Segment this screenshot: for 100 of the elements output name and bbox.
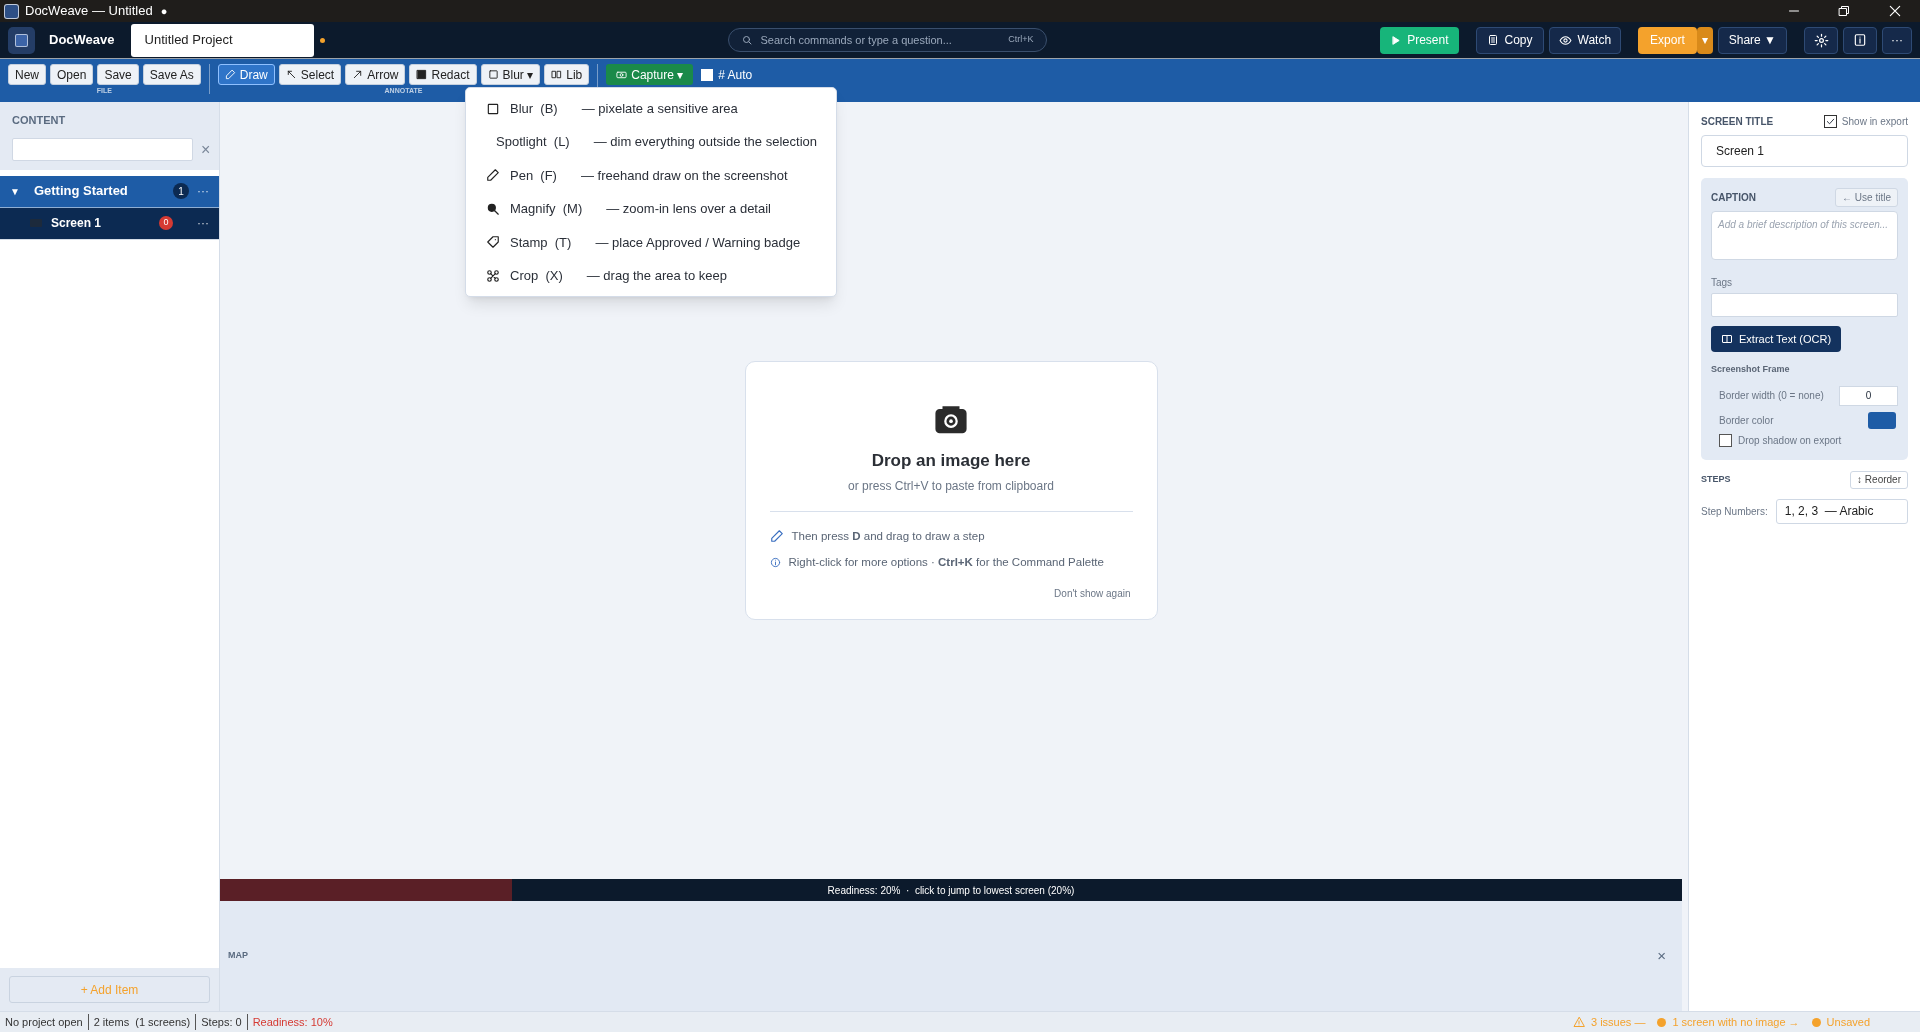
pencil-icon	[224, 69, 236, 80]
section-title: STEPS	[1701, 472, 1732, 486]
warning-icon	[1573, 1016, 1585, 1028]
checkbox-label: Drop shadow on export	[1738, 433, 1842, 448]
auto-label: # Auto	[718, 66, 753, 84]
section-title: CONTENT	[12, 113, 67, 128]
menu-item[interactable]: Crop (X) — drag the area to keep	[466, 258, 836, 293]
tag-icon	[486, 235, 500, 250]
filter-field[interactable]	[12, 138, 193, 161]
menu-item[interactable]: Stamp (T) — place Approved / Warning badge	[466, 225, 836, 259]
toolbar-button[interactable]: Save As	[142, 64, 201, 85]
reorder-button[interactable]: ↕ Reorder	[1850, 470, 1908, 489]
toolbar-button[interactable]: Arrow	[345, 64, 406, 85]
screen-title-field[interactable]: Screen 1	[1701, 135, 1908, 167]
readiness-bar[interactable]: Readiness: 20% · click to jump to lowest screen (20%)	[220, 879, 1682, 901]
book-icon	[551, 69, 563, 80]
menu-item[interactable]: Spotlight (L) — dim everything outside the selection	[466, 125, 836, 159]
tree-item[interactable]: Screen 1 0 ···	[0, 207, 219, 239]
copy-button[interactable]: Copy	[1475, 26, 1544, 54]
toolbar-button[interactable]: Blur ▾	[480, 64, 541, 85]
menu-item[interactable]: Blur (B) — pixelate a sensitive area	[466, 92, 836, 126]
toolbar-button[interactable]: Open	[50, 64, 94, 85]
search-icon	[740, 34, 753, 46]
info-icon	[769, 556, 781, 568]
scissors-icon	[486, 268, 500, 283]
square-icon	[486, 101, 500, 116]
app-logo-icon	[8, 26, 35, 54]
extract-text-button[interactable]: Extract Text (OCR)	[1711, 326, 1842, 352]
drop-shadow-checkbox[interactable]	[1719, 433, 1732, 447]
toolbar-button[interactable]: Draw	[217, 64, 275, 85]
info-icon	[1853, 33, 1867, 47]
toolbar-button[interactable]: Save	[97, 64, 139, 85]
close-icon[interactable]	[1888, 4, 1902, 18]
project-name-field[interactable]: Untitled Project	[130, 23, 314, 57]
pencil-icon	[769, 529, 784, 544]
status-message: 1 screen with no image →	[1672, 1014, 1800, 1030]
menu-item[interactable]: Pen (F) — freehand draw on the screenshot	[466, 158, 836, 193]
menu-item[interactable]: Magnify (M) — zoom-in lens over a detail	[466, 192, 836, 226]
app-logo-icon	[4, 3, 19, 19]
status-text: 2 items (1 screens)	[88, 1013, 197, 1031]
shortcut-label: Ctrl+K	[1008, 33, 1034, 47]
settings-icon	[1813, 32, 1829, 48]
show-in-export-checkbox[interactable]	[1823, 115, 1837, 128]
app-name: DocWeave	[49, 31, 115, 50]
square-icon	[416, 69, 428, 80]
arrow-icon	[352, 69, 364, 80]
window-title: DocWeave — Untitled	[25, 2, 153, 21]
status-text: No project open	[0, 1013, 89, 1031]
toolbar-button[interactable]: New	[8, 64, 46, 85]
caption-field[interactable]: Add a brief description of this screen...	[1711, 211, 1898, 260]
tree-group[interactable]: ▼ Getting Started 1 ···	[0, 175, 219, 208]
capture-button[interactable]: Capture ▾	[606, 64, 694, 85]
auto-checkbox[interactable]	[701, 68, 714, 81]
search-bar[interactable]: Search commands or type a question... Ctrl+K	[727, 28, 1047, 52]
field-label: Border width (0 = none)	[1719, 389, 1825, 403]
info-button[interactable]	[1843, 26, 1877, 54]
magnifier-icon	[486, 201, 500, 216]
clipboard-icon	[1486, 34, 1499, 46]
camera-icon	[616, 69, 628, 80]
check-icon	[1824, 116, 1836, 127]
color-swatch[interactable]	[1868, 411, 1896, 429]
more-button[interactable]: ···	[1882, 26, 1912, 54]
use-title-button[interactable]: ← Use title	[1835, 188, 1898, 207]
expand-toggle[interactable]: ▼	[10, 183, 20, 199]
step-numbers-select[interactable]: 1, 2, 3 — Arabic	[1775, 498, 1908, 524]
toolbar-button[interactable]: Select	[278, 64, 342, 85]
subsection-title: Screenshot Frame	[1711, 363, 1791, 376]
count-badge: 0	[159, 216, 173, 230]
watch-button[interactable]: Watch	[1548, 26, 1622, 54]
square-icon	[487, 69, 499, 80]
readiness-text: Readiness: 20% · click to jump to lowest screen (20%)	[827, 883, 1075, 898]
checkbox-label: Show in export	[1841, 115, 1908, 129]
more-button[interactable]: ···	[197, 214, 209, 232]
status-readiness: Readiness: 10%	[251, 1014, 334, 1030]
restore-icon[interactable]	[1838, 5, 1850, 17]
status-text: Steps: 0	[196, 1013, 248, 1031]
drop-title: Drop an image here	[871, 450, 1031, 472]
drop-subtitle: or press Ctrl+V to paste from clipboard	[848, 477, 1054, 495]
toolbar-button[interactable]: Lib	[544, 64, 590, 85]
dismiss-link[interactable]: Don't show again	[1054, 586, 1131, 601]
section-title: SCREEN TITLE	[1701, 115, 1775, 129]
field-label: Tags	[1711, 276, 1734, 290]
eye-icon	[1558, 33, 1572, 47]
settings-button[interactable]	[1804, 26, 1838, 54]
section-title: CAPTION	[1711, 191, 1757, 205]
share-button[interactable]: Share ▼	[1717, 26, 1787, 54]
toolbar-button[interactable]: Redact	[409, 64, 477, 85]
hint-text: Then press D and drag to draw a step	[791, 528, 985, 544]
tags-field[interactable]	[1711, 293, 1898, 317]
book-icon	[1721, 333, 1733, 345]
field-label: Border color	[1719, 413, 1775, 428]
unsaved-indicator: ●	[160, 3, 168, 19]
border-width-field[interactable]: 0	[1839, 385, 1898, 406]
hint-text: Right-click for more options · Ctrl+K for the Command Palette	[788, 554, 1104, 570]
more-button[interactable]: ···	[197, 182, 209, 200]
count-badge: 1	[173, 183, 189, 199]
close-button[interactable]: ×	[1657, 944, 1666, 968]
map-label: MAP	[228, 949, 249, 963]
cursor-icon	[285, 69, 297, 80]
search-input[interactable]: Search commands or type a question...	[760, 31, 1009, 49]
